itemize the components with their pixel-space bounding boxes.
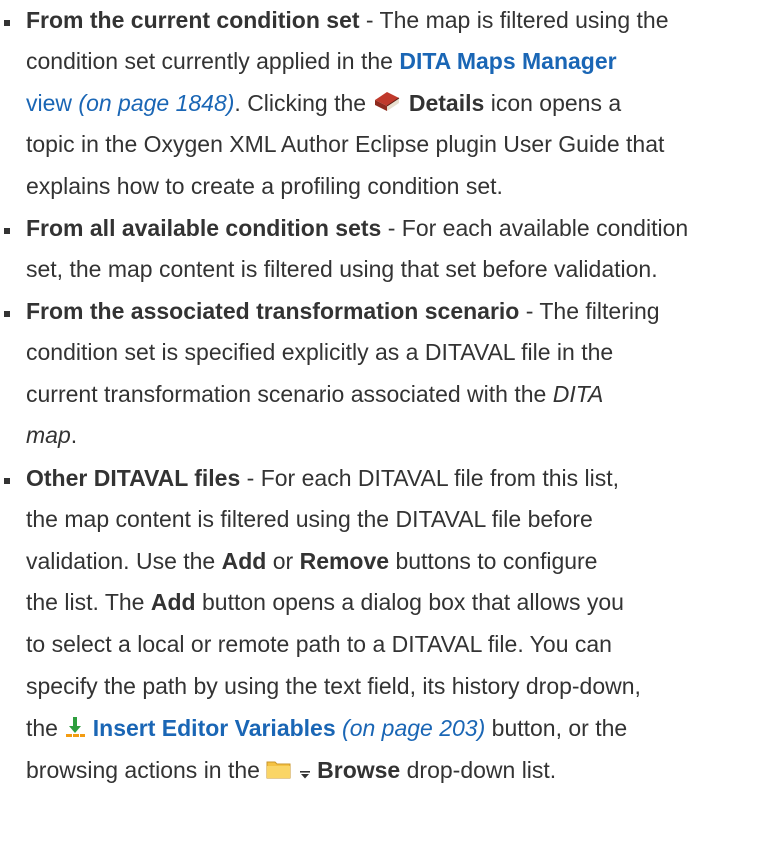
text-line: view (on page 1848). Clicking the Detail… — [26, 88, 621, 120]
text-line: Other DITAVAL files - For each DITAVAL f… — [26, 465, 620, 491]
item-title: Other DITAVAL files — [26, 465, 241, 491]
text-line: explains how to create a profiling condi… — [26, 173, 503, 199]
browse-label: Browse — [317, 757, 401, 783]
text-line: the Insert Editor Variables (on page 203… — [26, 713, 627, 745]
add-label: Add — [150, 589, 196, 615]
text-line: validation. Use the Add or Remove button… — [26, 548, 598, 574]
item-title: From the current condition set — [26, 7, 360, 33]
add-label: Add — [221, 548, 267, 574]
book-icon — [372, 89, 402, 120]
text-line: browsing actions in the Browse drop-down… — [26, 755, 556, 787]
bullet-marker — [4, 228, 10, 234]
text-line: map. — [26, 422, 78, 448]
bullet-marker — [4, 20, 10, 26]
insert-editor-variables-link[interactable]: Insert Editor Variables — [93, 715, 336, 741]
page-reference-link[interactable]: (on page 203) — [342, 715, 485, 741]
remove-label: Remove — [299, 548, 390, 574]
text-line: From all available condition sets - For … — [26, 215, 689, 241]
text-line: condition set is specified explicitly as… — [26, 339, 614, 365]
text-line: From the current condition set - The map… — [26, 7, 669, 33]
page-reference-link[interactable]: (on page 1848) — [78, 90, 234, 116]
text-line: the list. The Add button opens a dialog … — [26, 589, 624, 615]
text-line: the map content is filtered using the DI… — [26, 506, 593, 532]
item-title: From the associated transformation scena… — [26, 298, 520, 324]
bullet-marker — [4, 311, 10, 317]
dita-maps-manager-link[interactable]: DITA Maps Manager — [399, 48, 616, 74]
text-line: specify the path by using the text field… — [26, 673, 641, 699]
text-line: current transformation scenario associat… — [26, 381, 604, 407]
dropdown-arrow-icon — [299, 757, 311, 787]
text-line: condition set currently applied in the D… — [26, 48, 617, 74]
item-title: From all available condition sets — [26, 215, 382, 241]
details-label: Details — [408, 90, 485, 116]
bullet-marker — [4, 478, 10, 484]
view-link[interactable]: view — [26, 90, 72, 116]
insert-variables-icon — [64, 715, 86, 745]
text-line: From the associated transformation scena… — [26, 298, 660, 324]
text-line: set, the map content is filtered using t… — [26, 256, 658, 282]
text-line: to select a local or remote path to a DI… — [26, 631, 612, 657]
text-line: topic in the Oxygen XML Author Eclipse p… — [26, 131, 665, 157]
folder-icon — [266, 757, 292, 787]
